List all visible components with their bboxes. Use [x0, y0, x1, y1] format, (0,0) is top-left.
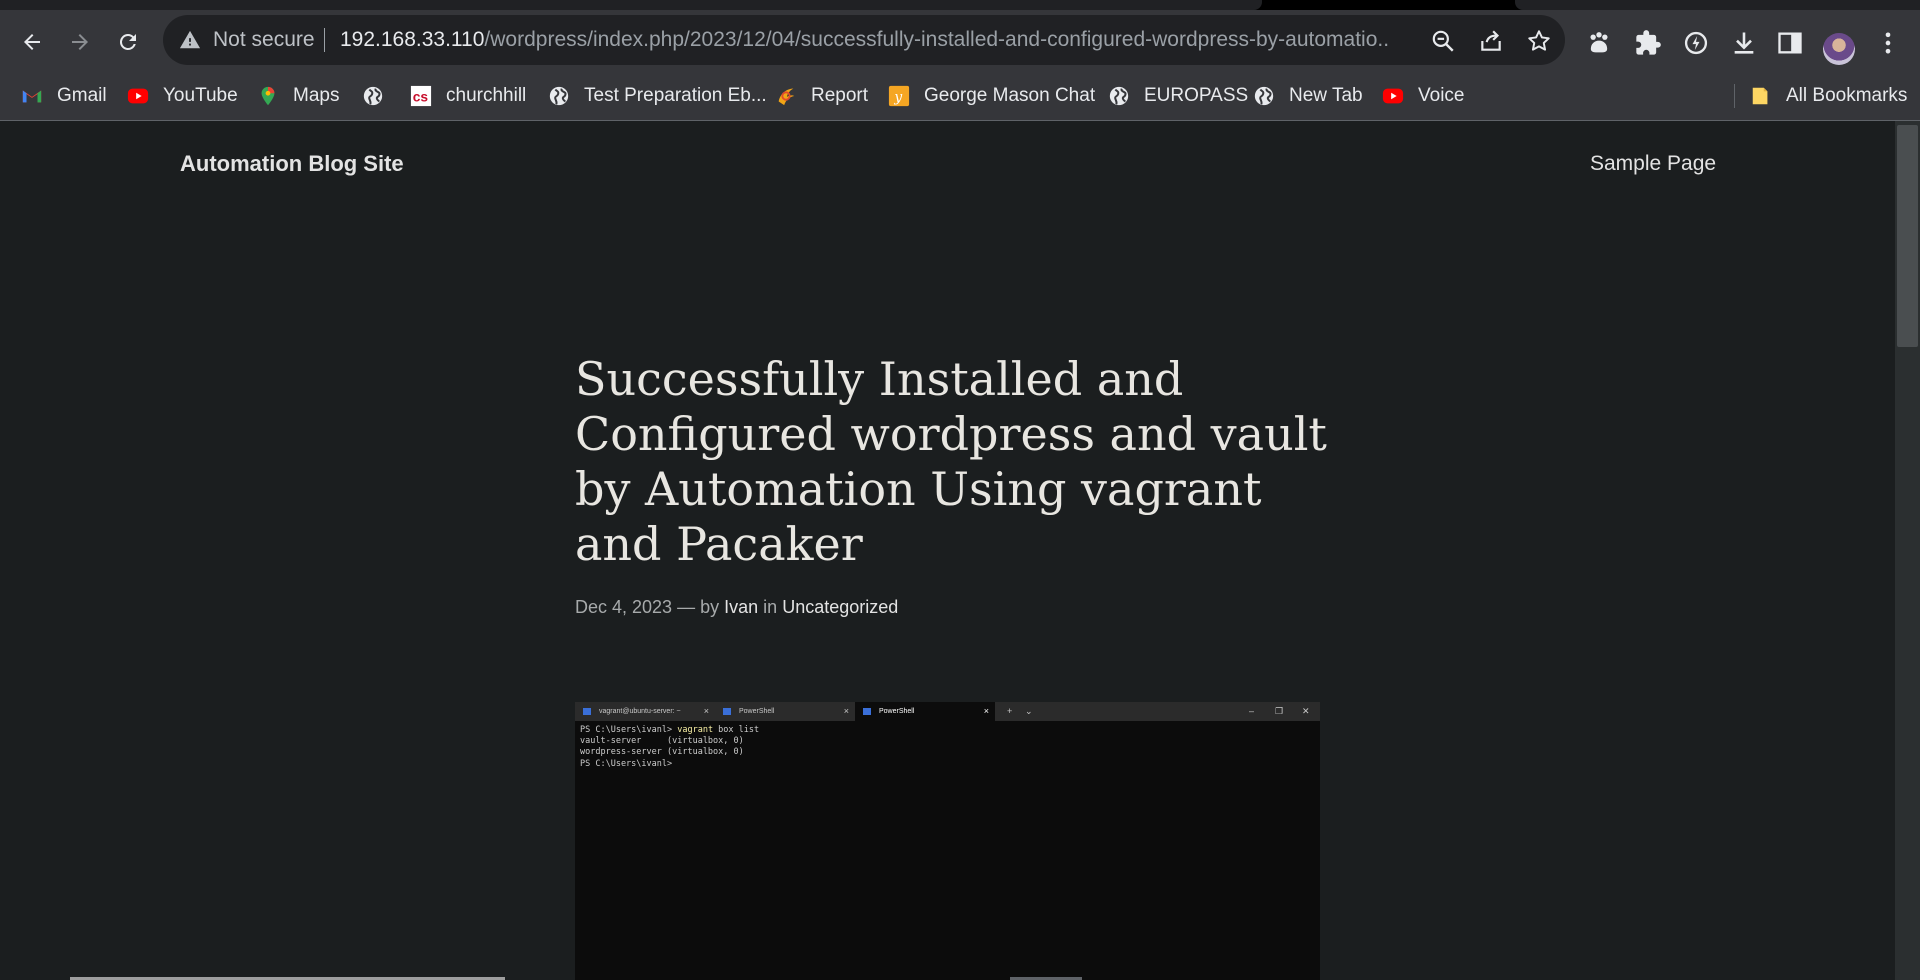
zoom-icon[interactable] — [1430, 28, 1456, 54]
terminal-tab: vagrant@ubuntu-server: ~ × — [575, 702, 715, 721]
youtube-icon — [127, 88, 149, 104]
gmail-icon — [22, 90, 42, 103]
bookmark-new-tab[interactable]: New Tab — [1253, 72, 1363, 120]
bookmark-star-icon[interactable] — [1526, 28, 1552, 54]
churchhill-icon: cs — [410, 85, 432, 107]
globe-icon — [549, 86, 569, 106]
side-panel-icon[interactable] — [1776, 29, 1804, 57]
post-meta: Dec 4, 2023 — by Ivan in Uncategorized — [575, 597, 898, 618]
globe-icon — [363, 86, 383, 106]
tab-strip-left — [0, 0, 1262, 10]
post-title: Successfully Installed and Configured wo… — [575, 352, 1327, 571]
nav-sample-page[interactable]: Sample Page — [1590, 152, 1716, 176]
new-tab-icon: + — [1007, 706, 1013, 716]
all-bookmarks-button[interactable]: All Bookmarks — [1750, 72, 1907, 120]
bookmark-voice[interactable]: Voice — [1382, 72, 1464, 120]
youtube-icon — [1382, 88, 1404, 104]
terminal-tab-icon — [723, 708, 731, 715]
paw-extension-icon[interactable] — [1585, 29, 1613, 57]
terminal-tab-active: PowerShell × — [855, 702, 995, 721]
bookmark-youtube[interactable]: YouTube — [127, 72, 238, 120]
url-host: 192.168.33.110 — [340, 28, 485, 51]
browser-toolbar: Not secure 192.168.33.110/wordpress/inde… — [0, 10, 1920, 72]
scrollbar-thumb[interactable] — [1897, 125, 1918, 347]
bookmark-globe[interactable] — [362, 72, 398, 120]
forward-arrow-icon — [72, 34, 88, 50]
performance-icon[interactable] — [1682, 29, 1710, 57]
reload-icon — [119, 33, 136, 50]
terminal-output: PS C:\Users\ivanl> vagrant box list vaul… — [580, 725, 760, 769]
in-label: in — [763, 597, 778, 617]
terminal-tab-icon — [863, 708, 871, 715]
report-icon — [778, 88, 795, 106]
bookmark-maps[interactable]: Maps — [257, 72, 339, 120]
close-icon: × — [843, 706, 849, 716]
site-title[interactable]: Automation Blog Site — [180, 151, 404, 177]
extensions-puzzle-icon[interactable] — [1634, 29, 1662, 57]
svg-text:y: y — [893, 90, 902, 106]
close-icon: × — [983, 706, 989, 716]
globe-icon — [1254, 86, 1274, 106]
warning-icon[interactable] — [179, 29, 201, 51]
menu-dots-icon[interactable] — [1874, 29, 1902, 57]
terminal-tab: PowerShell × — [715, 702, 855, 721]
terminal-tab-bar: vagrant@ubuntu-server: ~ × PowerShell × … — [575, 702, 1320, 721]
bookmark-gmail[interactable]: Gmail — [21, 72, 107, 120]
by-label: — by — [677, 597, 720, 617]
tab-strip — [0, 0, 1920, 10]
folder-icon — [1752, 87, 1768, 105]
bookmark-report[interactable]: Report — [775, 72, 868, 120]
address-bar[interactable]: Not secure 192.168.33.110/wordpress/inde… — [163, 15, 1565, 65]
bookmark-test-preparation[interactable]: Test Preparation Eb... — [548, 72, 767, 120]
featured-image: vagrant@ubuntu-server: ~ × PowerShell × … — [575, 702, 1320, 980]
post-date[interactable]: Dec 4, 2023 — [575, 597, 672, 617]
download-icon[interactable] — [1730, 29, 1758, 57]
tab-strip-right — [1515, 0, 1920, 10]
back-button[interactable] — [14, 24, 50, 60]
back-arrow-icon — [24, 34, 40, 50]
globe-icon — [1109, 86, 1129, 106]
bookmarks-divider — [1734, 84, 1735, 108]
post-author[interactable]: Ivan — [724, 597, 758, 617]
url-text[interactable]: 192.168.33.110/wordpress/index.php/2023/… — [340, 15, 1390, 65]
yellow-app-icon: y — [888, 85, 910, 107]
forward-button[interactable] — [62, 24, 98, 60]
chevron-down-icon: ⌄ — [1025, 706, 1033, 716]
post-category[interactable]: Uncategorized — [782, 597, 898, 617]
close-icon: × — [703, 706, 709, 716]
address-separator — [324, 28, 325, 52]
maps-icon — [261, 86, 275, 106]
bookmark-george-mason-chat[interactable]: y George Mason Chat — [888, 72, 1095, 120]
close-icon: ✕ — [1302, 706, 1310, 716]
reload-button[interactable] — [110, 24, 146, 60]
terminal-tab-icon — [583, 708, 591, 715]
bookmark-churchhill[interactable]: cs churchhill — [410, 72, 526, 120]
bookmarks-bar: Gmail YouTube Maps cs churchhill Test Pr… — [0, 72, 1920, 121]
url-path: /wordpress/index.php/2023/12/04/successf… — [484, 28, 1390, 51]
share-icon[interactable] — [1478, 28, 1504, 54]
security-label[interactable]: Not secure — [213, 15, 315, 65]
svg-text:cs: cs — [413, 90, 429, 105]
bookmark-europass[interactable]: EUROPASS — [1108, 72, 1248, 120]
restore-icon: ❐ — [1275, 706, 1284, 716]
profile-avatar[interactable] — [1823, 33, 1855, 65]
minimize-icon: – — [1249, 706, 1255, 716]
